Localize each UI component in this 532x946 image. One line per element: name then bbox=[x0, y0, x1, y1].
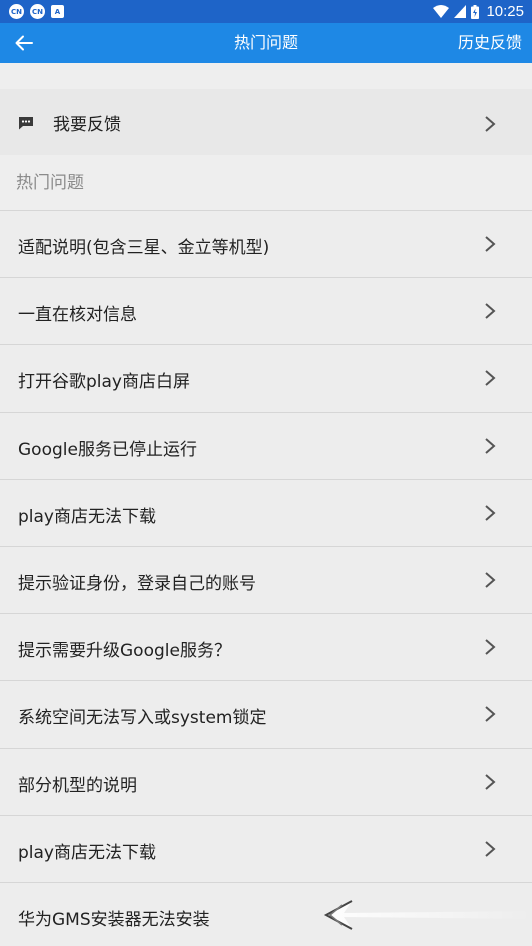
arrow-left-icon bbox=[15, 35, 33, 51]
notification-icon: CN bbox=[9, 4, 24, 19]
question-label: 提示验证身份，登录自己的账号 bbox=[18, 573, 256, 594]
question-list: 适配说明(包含三星、金立等机型) 一直在核对信息 打开谷歌play商店白屏 Go… bbox=[0, 210, 532, 946]
list-item[interactable]: 系统空间无法写入或system锁定 bbox=[0, 680, 532, 748]
page-title: 热门问题 bbox=[233, 33, 298, 52]
back-button[interactable] bbox=[12, 31, 36, 55]
question-label: play商店无法下载 bbox=[18, 506, 156, 527]
chevron-right-icon bbox=[485, 773, 496, 790]
screen: CN CN A 10:25 热门问题 历史反馈 我要反馈 热门问题 适配说明(包… bbox=[0, 0, 532, 946]
notification-area: CN CN A bbox=[9, 4, 64, 19]
chevron-right-icon bbox=[485, 706, 496, 723]
question-label: 打开谷歌play商店白屏 bbox=[18, 372, 190, 393]
question-label: 部分机型的说明 bbox=[18, 775, 137, 796]
chevron-right-icon bbox=[485, 303, 496, 319]
list-item[interactable]: 提示验证身份，登录自己的账号 bbox=[0, 545, 532, 614]
list-item[interactable]: 适配说明(包含三星、金立等机型) bbox=[0, 210, 532, 278]
watermark-arrow-icon bbox=[323, 900, 532, 930]
system-icons: 10:25 bbox=[433, 3, 524, 20]
question-label: 华为GMS安装器无法安装 bbox=[18, 909, 210, 930]
chevron-right-icon bbox=[485, 370, 496, 387]
question-label: 适配说明(包含三星、金立等机型) bbox=[18, 238, 270, 258]
chevron-right-icon bbox=[485, 572, 496, 588]
notification-icon: CN bbox=[30, 4, 45, 19]
feedback-row[interactable]: 我要反馈 bbox=[0, 89, 532, 155]
section-title: 热门问题 bbox=[16, 173, 84, 193]
list-item[interactable]: Google服务已停止运行 bbox=[0, 411, 532, 479]
notification-icon: A bbox=[51, 5, 64, 18]
feedback-label: 我要反馈 bbox=[53, 114, 121, 135]
chat-bubble-icon bbox=[19, 117, 33, 130]
question-label: 提示需要升级Google服务？ bbox=[18, 641, 231, 662]
history-feedback-button[interactable]: 历史反馈 bbox=[458, 23, 522, 63]
chevron-right-icon bbox=[485, 639, 496, 655]
question-label: play商店无法下载 bbox=[18, 842, 156, 863]
list-item[interactable]: 提示需要升级Google服务？ bbox=[0, 613, 532, 681]
app-bar: 热门问题 历史反馈 bbox=[0, 23, 532, 63]
list-item[interactable]: 打开谷歌play商店白屏 bbox=[0, 344, 532, 412]
question-label: 一直在核对信息 bbox=[18, 305, 137, 326]
clock: 10:25 bbox=[486, 3, 524, 20]
status-bar: CN CN A 10:25 bbox=[0, 0, 532, 23]
battery-icon bbox=[471, 4, 480, 19]
list-item[interactable]: 部分机型的说明 bbox=[0, 747, 532, 815]
signal-icon bbox=[454, 5, 467, 18]
chevron-right-icon bbox=[485, 236, 496, 252]
chevron-right-icon bbox=[485, 437, 496, 454]
list-item[interactable]: play商店无法下载 bbox=[0, 478, 532, 546]
question-label: Google服务已停止运行 bbox=[18, 439, 197, 460]
wifi-icon bbox=[433, 5, 450, 18]
chevron-right-icon bbox=[485, 116, 496, 132]
question-label: 系统空间无法写入或system锁定 bbox=[18, 708, 267, 729]
list-item[interactable]: 一直在核对信息 bbox=[0, 277, 532, 345]
chevron-right-icon bbox=[485, 840, 496, 857]
list-item[interactable]: play商店无法下载 bbox=[0, 814, 532, 882]
chevron-right-icon bbox=[485, 504, 496, 521]
